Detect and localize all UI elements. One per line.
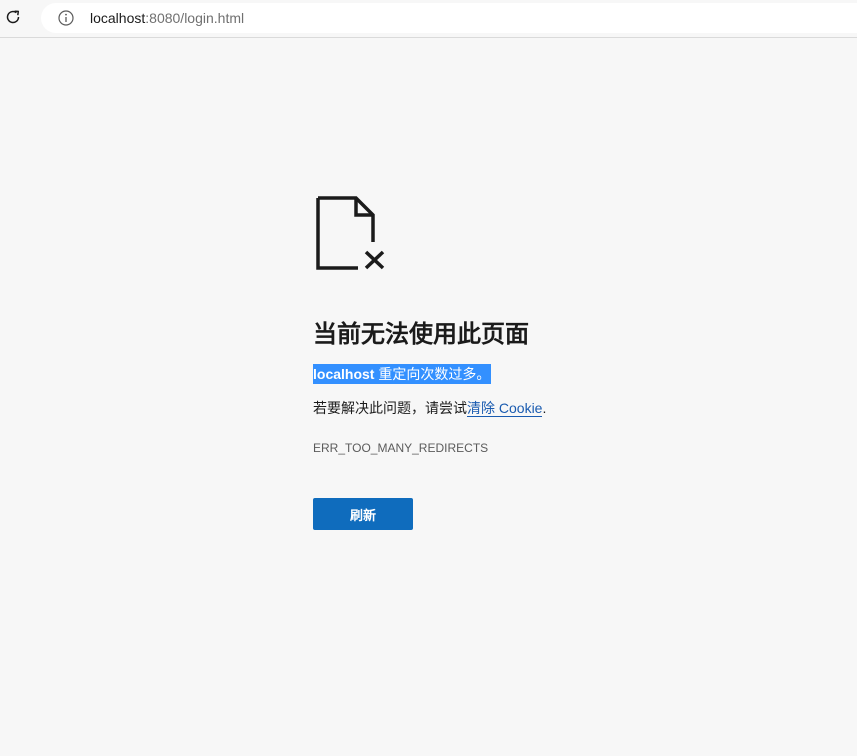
url-host: localhost xyxy=(90,10,146,26)
suggestion-prefix: 若要解决此问题，请尝试 xyxy=(313,400,467,416)
address-bar[interactable]: localhost:8080/login.html xyxy=(41,3,857,33)
error-code: ERR_TOO_MANY_REDIRECTS xyxy=(313,441,489,455)
url-text[interactable]: localhost:8080/login.html xyxy=(90,10,244,26)
error-message: localhost 重定向次数过多。 xyxy=(313,364,492,384)
browser-toolbar: localhost:8080/login.html xyxy=(0,0,857,38)
page-title: 当前无法使用此页面 xyxy=(313,321,529,348)
error-message-text: 重定向次数过多。 xyxy=(374,366,491,382)
refresh-button[interactable]: 刷新 xyxy=(313,498,413,530)
suggestion-text: 若要解决此问题，请尝试清除 Cookie. xyxy=(313,398,733,418)
error-page: 当前无法使用此页面 localhost 重定向次数过多。 若要解决此问题，请尝试… xyxy=(313,196,733,530)
error-host: localhost xyxy=(313,366,375,382)
info-icon[interactable] xyxy=(58,10,74,26)
url-path: :8080/login.html xyxy=(145,10,245,26)
broken-document-icon xyxy=(316,196,385,270)
reload-icon xyxy=(6,10,20,24)
suggestion-suffix: . xyxy=(542,400,547,416)
reload-button[interactable] xyxy=(3,7,23,27)
clear-cookies-link[interactable]: 清除 Cookie xyxy=(467,400,543,417)
